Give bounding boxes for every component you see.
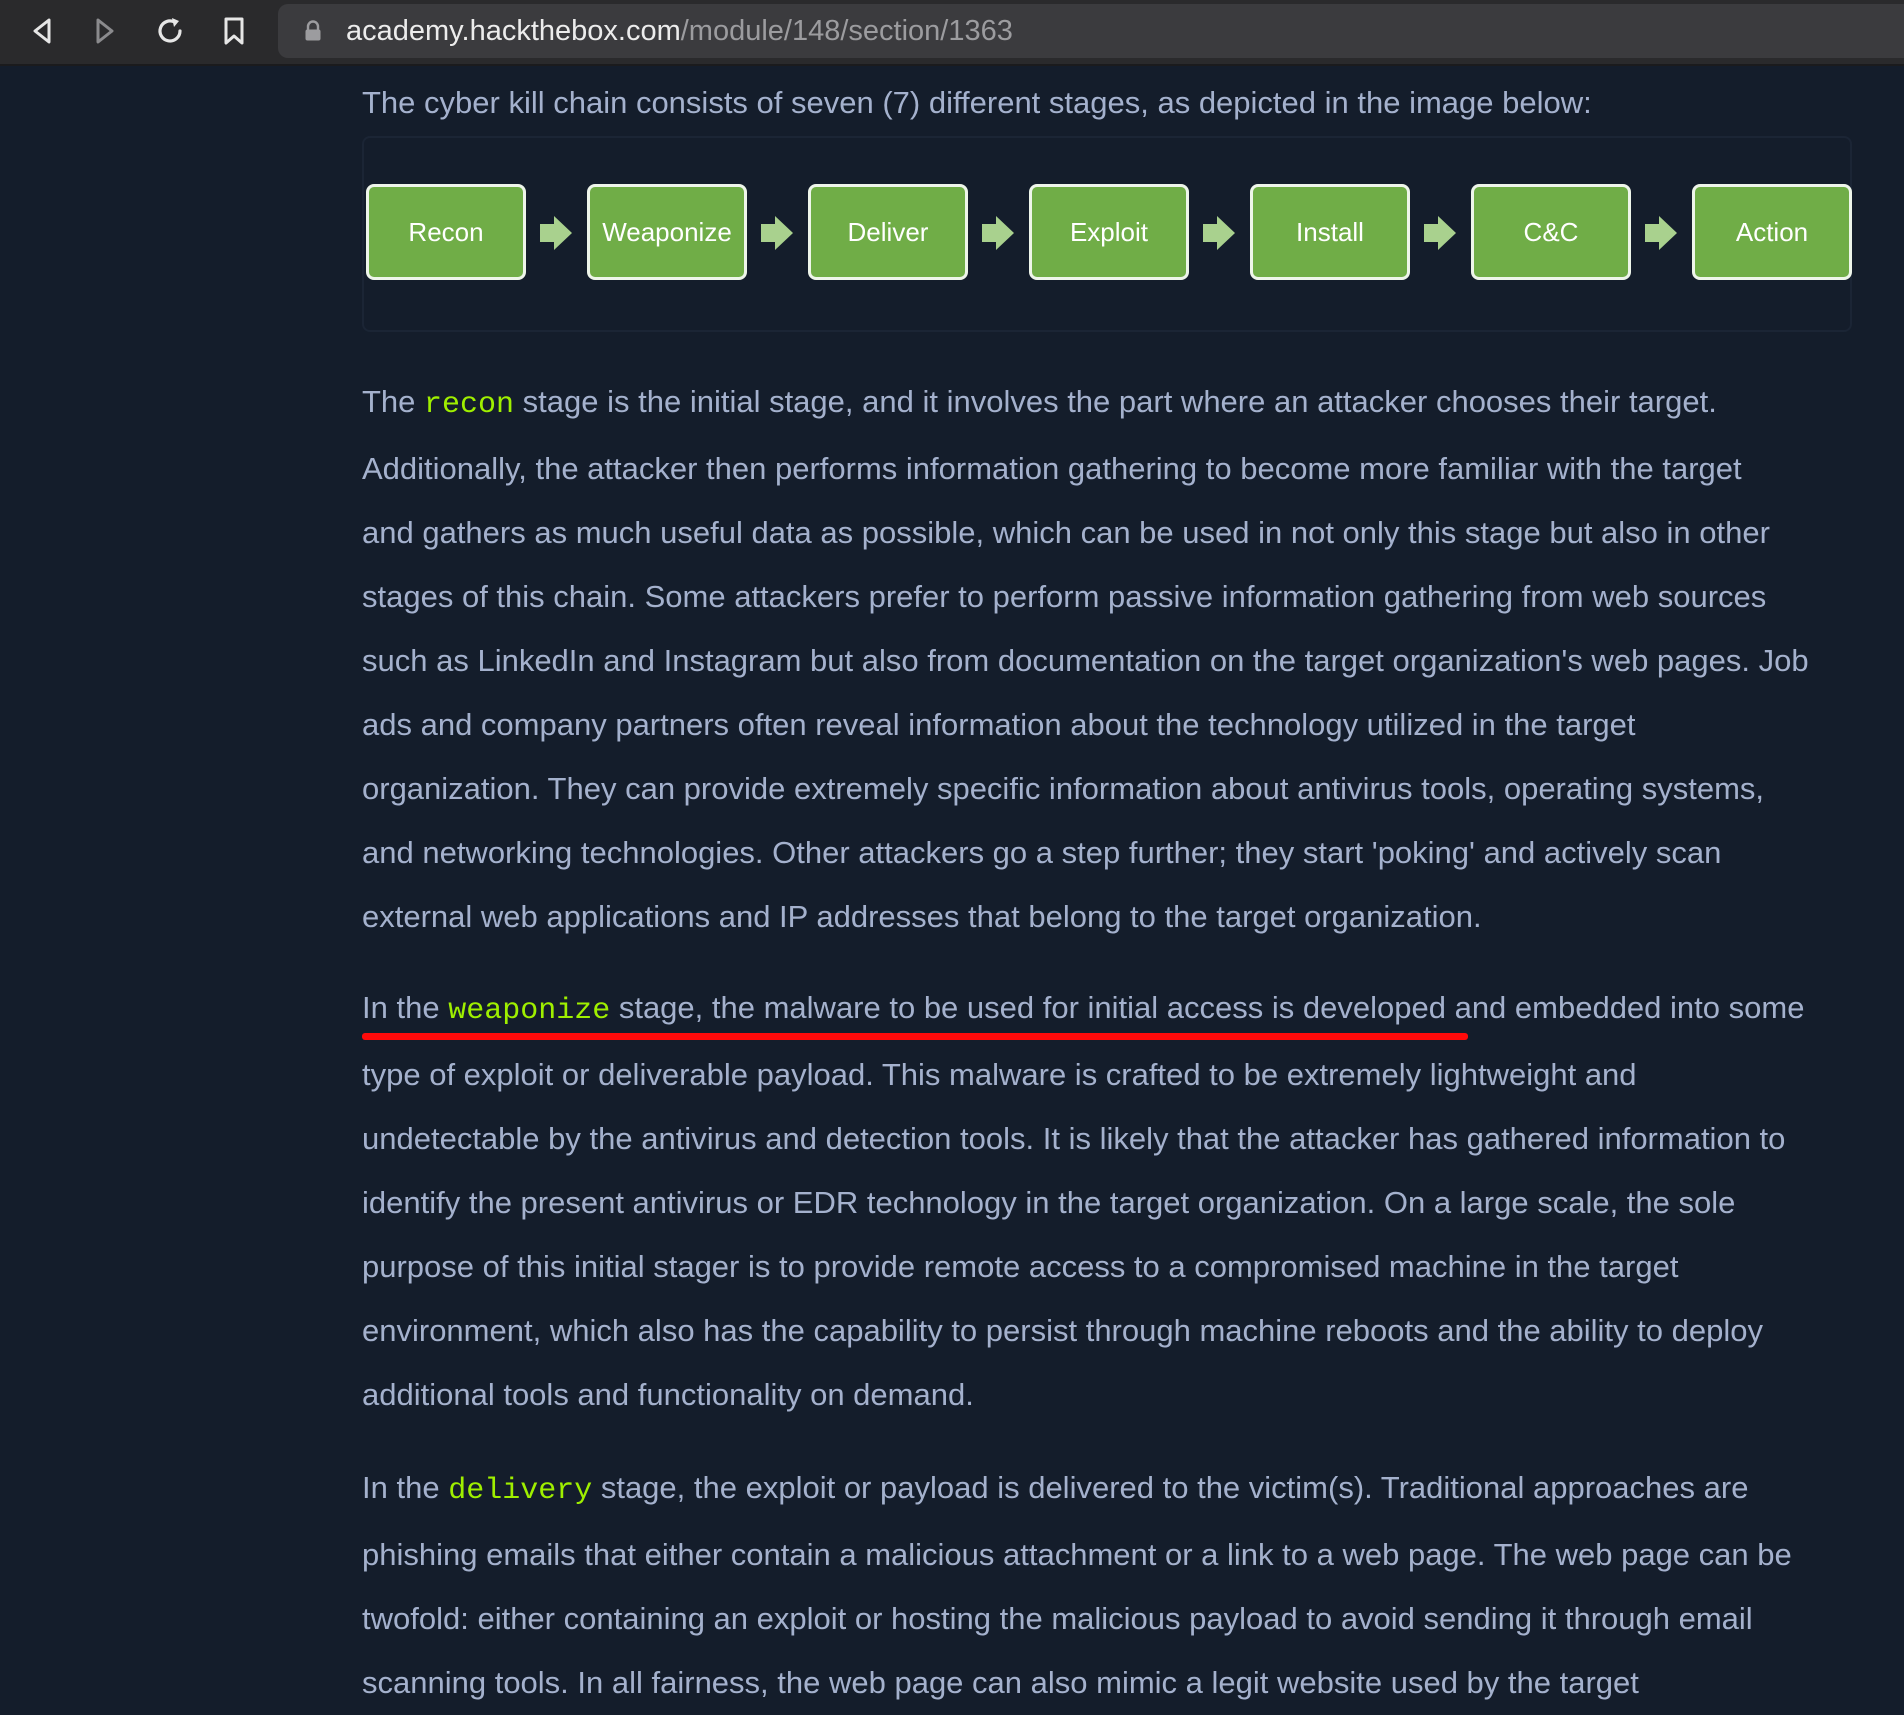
arrow-right-icon: [761, 216, 793, 250]
bookmark-icon: [224, 17, 244, 45]
text-line: ads and company partners often reveal in…: [362, 707, 1636, 742]
text-line: twofold: either containing an exploit or…: [362, 1601, 1753, 1636]
stage-weaponize: Weaponize: [587, 184, 747, 280]
text-line: purpose of this initial stager is to pro…: [362, 1249, 1679, 1284]
text-line: external web applications and IP address…: [362, 899, 1482, 934]
arrow-right-icon: [1203, 216, 1235, 250]
stage-action: Action: [1692, 184, 1852, 280]
lock-icon: [305, 20, 321, 41]
weaponize-paragraph: In the weaponize stage, the malware to b…: [362, 976, 1856, 1427]
arrow-right-icon: [1645, 216, 1677, 250]
text-line: Additionally, the attacker then performs…: [362, 451, 1742, 486]
browser-toolbar: academy.hackthebox.com/module/148/sectio…: [0, 0, 1904, 66]
text-line: organization. They can provide extremely…: [362, 771, 1765, 806]
keyword-recon: recon: [424, 388, 515, 422]
keyword-delivery: delivery: [448, 1474, 593, 1508]
text-line: stages of this chain. Some attackers pre…: [362, 579, 1767, 614]
text-line: and networking technologies. Other attac…: [362, 835, 1722, 870]
stage-deliver: Deliver: [808, 184, 968, 280]
back-button[interactable]: [20, 11, 64, 51]
stage-recon: Recon: [366, 184, 526, 280]
text-line: In the delivery stage, the exploit or pa…: [362, 1470, 1749, 1508]
bookmark-button[interactable]: [212, 11, 256, 51]
address-bar[interactable]: academy.hackthebox.com/module/148/sectio…: [278, 4, 1904, 58]
delivery-paragraph: In the delivery stage, the exploit or pa…: [362, 1456, 1856, 1715]
text-line: type of exploit or deliverable payload. …: [362, 1057, 1637, 1092]
arrow-right-icon: [982, 216, 1014, 250]
url-domain: academy.hackthebox.com: [346, 15, 681, 47]
reload-button[interactable]: [148, 11, 192, 51]
text-line: scanning tools. In all fairness, the web…: [362, 1665, 1639, 1700]
text-line: and gathers as much useful data as possi…: [362, 515, 1770, 550]
keyword-weaponize: weaponize: [448, 994, 611, 1028]
back-arrow-icon: [33, 18, 51, 44]
arrow-right-icon: [1424, 216, 1456, 250]
red-underline-annotation: [362, 1033, 1468, 1040]
forward-arrow-icon: [96, 18, 114, 44]
text-line: such as LinkedIn and Instagram but also …: [362, 643, 1809, 678]
stage-install: Install: [1250, 184, 1410, 280]
reload-icon: [158, 18, 182, 43]
text-line: additional tools and functionality on de…: [362, 1377, 974, 1412]
text-line: The recon stage is the initial stage, an…: [362, 384, 1717, 422]
stage-cnc: C&C: [1471, 184, 1631, 280]
url-path: /module/148/section/1363: [680, 15, 1013, 47]
text-line: phishing emails that either contain a ma…: [362, 1537, 1792, 1572]
text-line: environment, which also has the capabili…: [362, 1313, 1763, 1348]
arrow-right-icon: [540, 216, 572, 250]
forward-button[interactable]: [83, 11, 127, 51]
intro-text: The cyber kill chain consists of seven (…: [362, 85, 1592, 120]
stage-exploit: Exploit: [1029, 184, 1189, 280]
url-text[interactable]: academy.hackthebox.com/module/148/sectio…: [346, 14, 1013, 48]
text-line: identify the present antivirus or EDR te…: [362, 1185, 1736, 1220]
text-line: undetectable by the antivirus and detect…: [362, 1121, 1786, 1156]
recon-paragraph: The recon stage is the initial stage, an…: [362, 370, 1856, 949]
